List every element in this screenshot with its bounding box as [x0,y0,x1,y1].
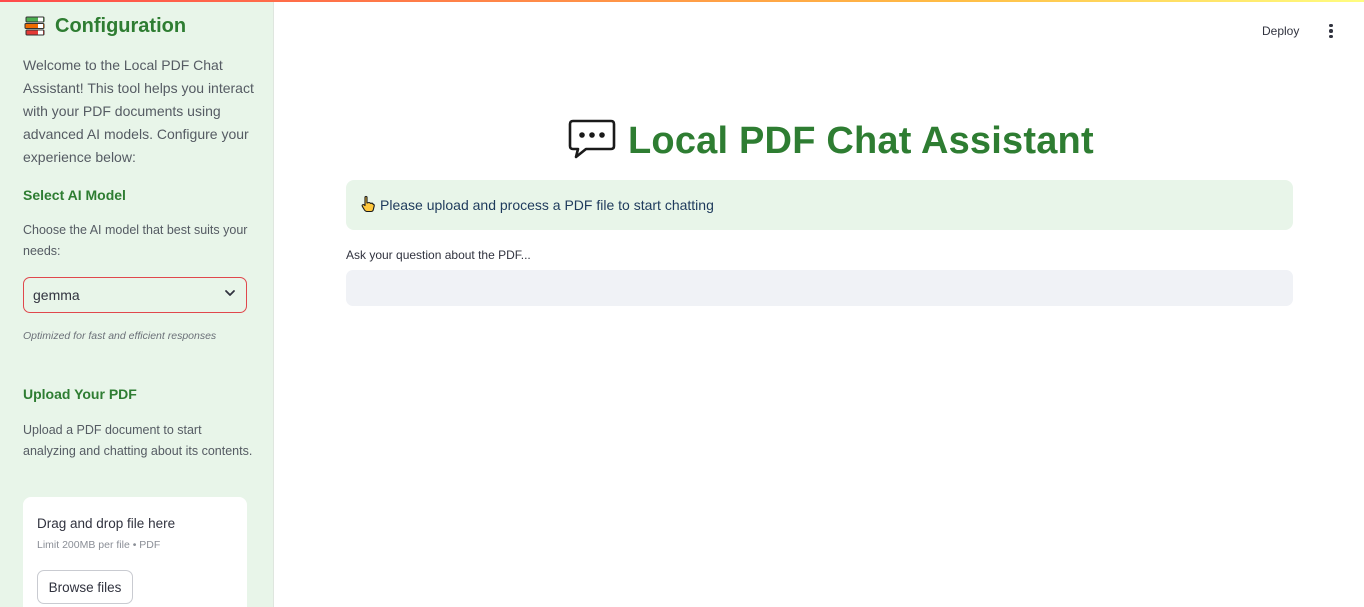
upload-section-heading: Upload Your PDF [23,386,137,402]
info-alert: Please upload and process a PDF file to … [346,180,1293,230]
kebab-menu-icon[interactable] [1322,21,1340,41]
dropzone-limit: Limit 200MB per file • PDF [37,539,161,551]
chevron-down-icon [224,286,236,304]
deploy-button[interactable]: Deploy [1262,22,1299,40]
books-icon [23,14,47,38]
pointing-hand-icon [360,195,376,216]
model-caption: Optimized for fast and efficient respons… [23,330,217,342]
speech-bubble-icon [568,118,616,165]
browse-files-button[interactable]: Browse files [37,570,133,604]
sidebar-title-text: Configuration [55,14,187,37]
page-title-text: Local PDF Chat Assistant [628,120,1094,162]
sidebar: Configuration Welcome to the Local PDF C… [0,0,274,607]
model-select[interactable]: gemma [23,277,247,313]
question-label: Ask your question about the PDF... [346,248,531,262]
sidebar-intro: Welcome to the Local PDF Chat Assistant!… [23,57,254,165]
model-select-value: gemma [33,287,80,303]
dropzone-label: Drag and drop file here [37,516,176,531]
info-message: Please upload and process a PDF file to … [380,197,714,213]
page-title: Local PDF Chat Assistant [568,118,1094,165]
model-section-heading: Select AI Model [23,187,126,203]
question-input[interactable] [346,270,1293,306]
model-section-description: Choose the AI model that best suits your… [23,223,248,258]
file-dropzone[interactable]: Drag and drop file here Limit 200MB per … [23,497,247,607]
upload-section-description: Upload a PDF document to start analyzing… [23,423,253,458]
sidebar-title: Configuration [23,14,186,38]
top-decoration-stripe [0,0,1364,2]
